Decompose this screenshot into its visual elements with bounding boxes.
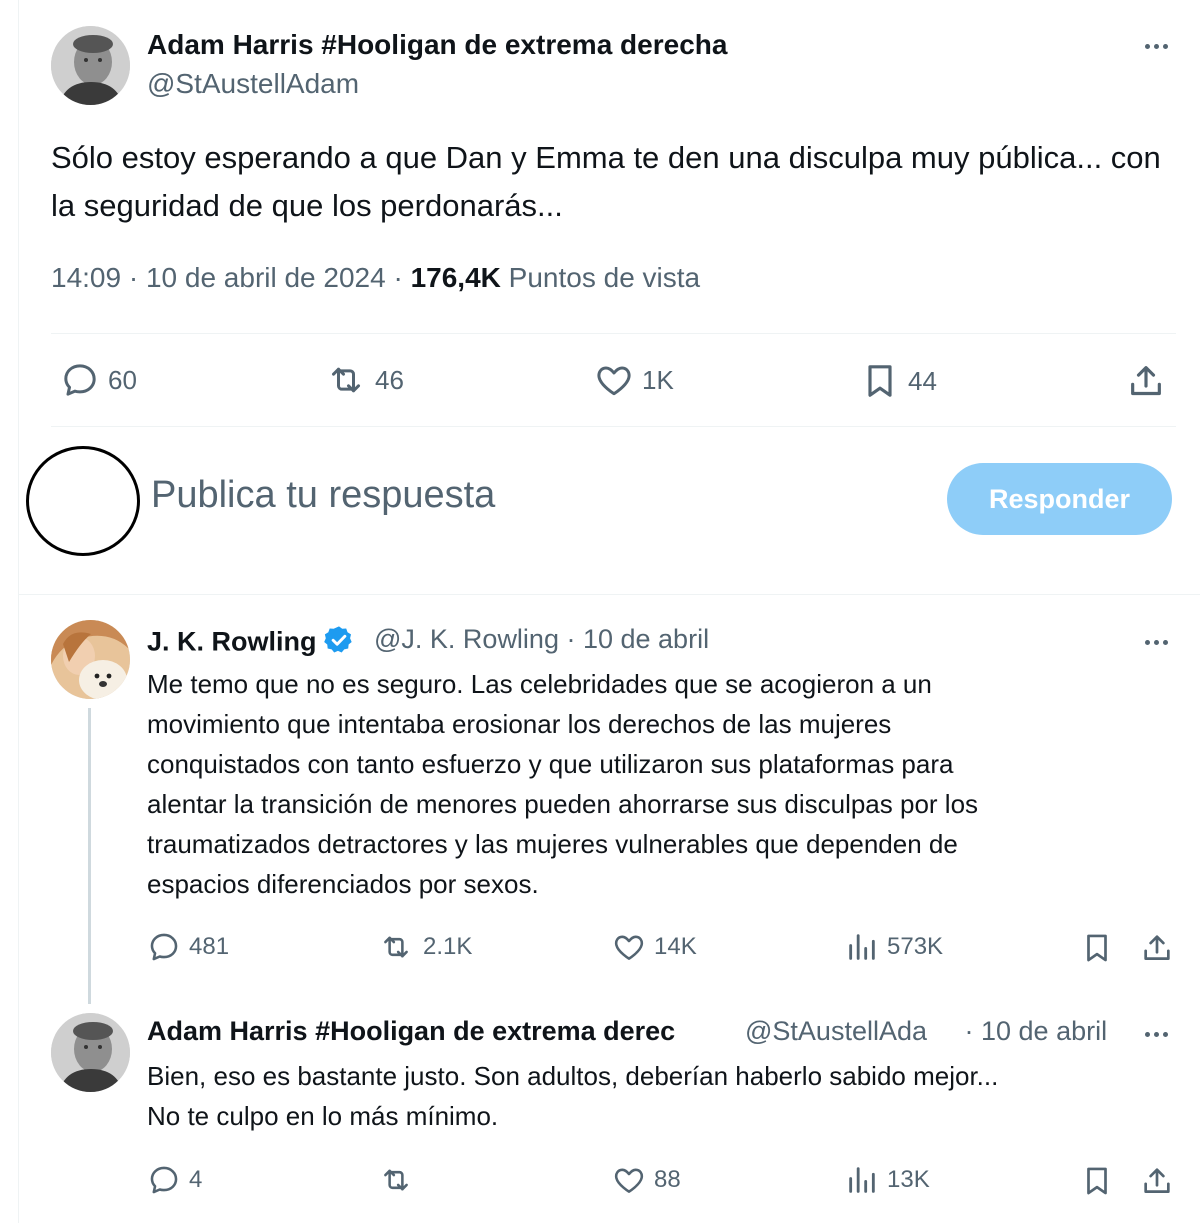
reply1-retweet-button[interactable]: 2.1K: [377, 930, 472, 964]
reply2-handle-date[interactable]: @StAustellAda · 10 de abril: [745, 1016, 1107, 1047]
bookmark-icon: [868, 365, 892, 397]
bookmark-icon: [1087, 1167, 1107, 1195]
thread-connector: [88, 708, 91, 1004]
reply-icon: [150, 933, 178, 961]
reply1-views-count: 573K: [887, 933, 944, 960]
reply1-reply-button[interactable]: 481: [147, 930, 229, 964]
tweet-timestamp[interactable]: 14:09 · 10 de abril de 2024 ·: [51, 262, 411, 293]
main-bookmark-button[interactable]: 44: [860, 360, 937, 402]
reply1-like-count: 14K: [654, 933, 697, 960]
reply1-author-name[interactable]: J. K. Rowling: [147, 624, 355, 663]
divider-bottom: [51, 426, 1176, 427]
main-reply-count: 60: [108, 364, 137, 395]
reply2-views-count: 13K: [887, 1166, 930, 1193]
verified-icon: [323, 624, 355, 663]
reply1-like-button[interactable]: 14K: [612, 930, 697, 964]
bookmark-icon: [1087, 934, 1107, 962]
main-author-handle[interactable]: @StAustellAdam: [147, 68, 359, 100]
main-like-count: 1K: [642, 364, 674, 395]
like-icon: [614, 1168, 644, 1193]
reply2-text: Bien, eso es bastante justo. Son adultos…: [147, 1061, 999, 1131]
reply1-author-avatar[interactable]: [51, 620, 130, 699]
views-count: 176,4K: [410, 262, 501, 293]
reply1-share-button[interactable]: [1140, 930, 1174, 966]
reply2-author-name[interactable]: Adam Harris #Hooligan de extrema derec: [147, 1016, 737, 1047]
main-retweet-count: 46: [375, 364, 404, 395]
reply1-bookmark-button[interactable]: [1080, 930, 1114, 966]
more-icon: [1144, 43, 1150, 49]
main-author-name[interactable]: Adam Harris #Hooligan de extrema derecha: [147, 29, 727, 61]
main-reply-button[interactable]: 60: [60, 360, 137, 400]
reply-button[interactable]: Responder: [947, 463, 1172, 535]
reply2-bookmark-button[interactable]: [1080, 1163, 1114, 1199]
reply1-handle-date[interactable]: @J. K. Rowling · 10 de abril: [374, 624, 709, 655]
reply2-reply-count: 4: [189, 1166, 203, 1193]
more-icon: [1144, 1031, 1150, 1037]
reply-icon: [64, 364, 96, 396]
main-retweet-button[interactable]: 46: [325, 360, 404, 400]
views-label: Puntos de vista: [500, 262, 701, 293]
reply2-like-button[interactable]: 88: [612, 1163, 681, 1197]
main-share-button[interactable]: [1126, 360, 1166, 402]
reply2-reply-button[interactable]: 4: [147, 1163, 202, 1197]
main-tweet-text: Sólo estoy esperando a que Dan y Emma te…: [51, 140, 1161, 223]
divider-top: [51, 333, 1176, 334]
main-like-button[interactable]: 1K: [594, 360, 674, 400]
reply2-more-button[interactable]: [1136, 1024, 1176, 1044]
views-icon: [849, 934, 875, 960]
main-more-button[interactable]: [1136, 36, 1176, 56]
main-author-avatar[interactable]: [51, 26, 130, 105]
share-icon: [1144, 935, 1170, 960]
main-bookmark-count: 44: [908, 365, 937, 396]
reply1-more-button[interactable]: [1136, 632, 1176, 652]
retweet-icon: [384, 1169, 408, 1191]
reply1-reply-count: 481: [189, 933, 230, 960]
reply-icon: [150, 1166, 178, 1194]
reply2-like-count: 88: [654, 1166, 681, 1193]
reply2-share-button[interactable]: [1140, 1163, 1174, 1199]
retweet-icon: [384, 936, 408, 958]
reply1-text: Me temo que no es seguro. Las celebridad…: [147, 669, 979, 899]
reply1-retweet-count: 2.1K: [423, 933, 473, 960]
retweet-icon: [332, 367, 360, 393]
like-icon: [597, 366, 631, 396]
reply2-author-avatar[interactable]: [51, 1013, 130, 1092]
reply2-views-button[interactable]: 13K: [845, 1163, 930, 1197]
share-icon: [1144, 1168, 1170, 1193]
views-icon: [849, 1167, 875, 1193]
compose-avatar[interactable]: [26, 446, 140, 556]
reply1-views-button[interactable]: 573K: [845, 930, 943, 964]
section-divider: [18, 594, 1200, 595]
share-icon: [1131, 366, 1161, 396]
main-tweet-meta: 14:09 · 10 de abril de 2024 · 176,4K Pun…: [51, 262, 700, 294]
more-icon: [1144, 639, 1150, 645]
like-icon: [614, 935, 644, 960]
compose-input[interactable]: Publica tu respuesta: [151, 474, 495, 517]
reply2-retweet-button[interactable]: [377, 1163, 423, 1197]
